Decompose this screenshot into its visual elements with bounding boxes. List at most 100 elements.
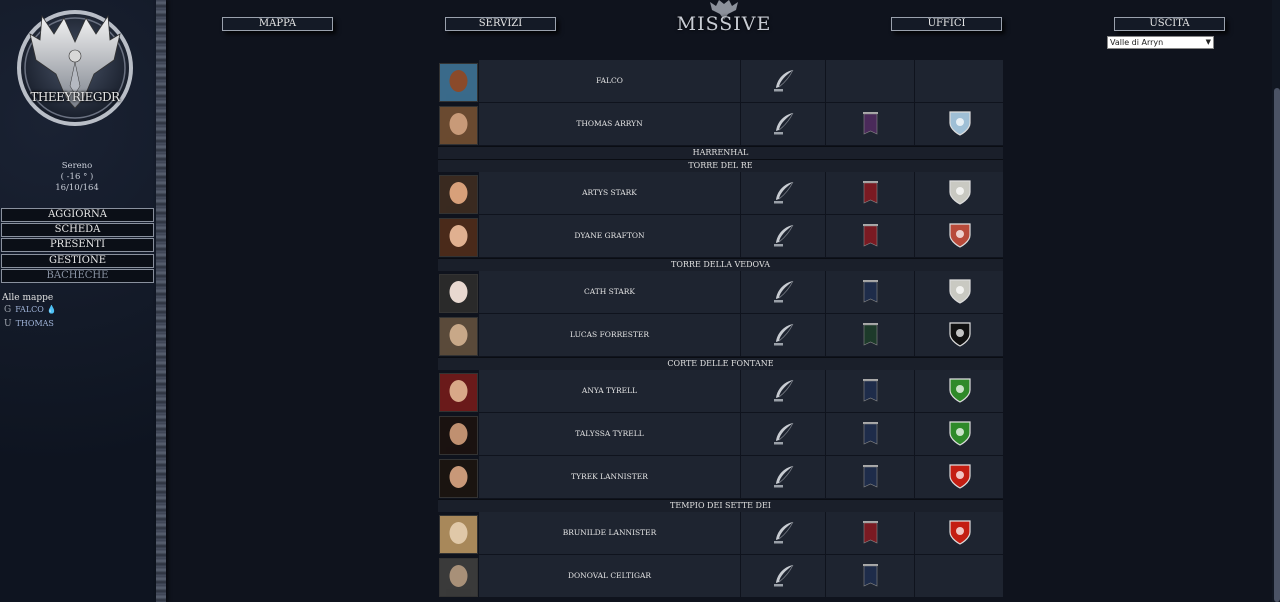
character-name[interactable]: ANYA TYRELL — [479, 370, 740, 412]
house-shield-icon[interactable] — [949, 322, 971, 347]
eagle-logo-icon[interactable] — [14, 4, 136, 132]
gestione-button[interactable]: GESTIONE — [1, 254, 154, 268]
banner-icon[interactable] — [863, 422, 878, 446]
avatar[interactable] — [439, 515, 478, 554]
avatar[interactable] — [439, 175, 478, 214]
banner-icon[interactable] — [863, 280, 878, 304]
mappa-button[interactable]: MAPPA — [222, 17, 333, 31]
temperature-text: ( -16 ° ) — [60, 172, 94, 182]
banner-cell — [826, 172, 914, 214]
shield-cell — [915, 314, 1003, 356]
quill-cell — [741, 456, 825, 498]
map-select[interactable]: Valle di Arryn ▼ — [1107, 36, 1214, 49]
avatar[interactable] — [439, 63, 478, 102]
quill-cell — [741, 215, 825, 257]
quill-icon[interactable] — [771, 111, 797, 137]
banner-icon[interactable] — [863, 181, 878, 205]
quill-icon[interactable] — [771, 421, 797, 447]
table-row: THOMAS ARRYN — [438, 103, 1003, 145]
scheda-button[interactable]: SCHEDA — [1, 223, 154, 237]
avatar[interactable] — [439, 558, 478, 597]
character-name[interactable]: THOMAS ARRYN — [479, 103, 740, 145]
bacheche-button[interactable]: BACHECHE — [1, 269, 154, 283]
banner-cell — [826, 512, 914, 554]
name-cell: CATH STARK — [479, 271, 740, 313]
house-shield-icon[interactable] — [949, 223, 971, 248]
character-name[interactable]: BRUNILDE LANNISTER — [479, 512, 740, 554]
aggiorna-button[interactable]: AGGIORNA — [1, 208, 154, 222]
avatar-cell — [438, 103, 478, 145]
avatar[interactable] — [439, 373, 478, 412]
servizi-button[interactable]: SERVIZI — [445, 17, 556, 31]
character-name[interactable]: TYREK LANNISTER — [479, 456, 740, 498]
character-name[interactable]: ARTYS STARK — [479, 172, 740, 214]
banner-icon[interactable] — [863, 521, 878, 545]
banner-icon[interactable] — [863, 564, 878, 588]
map-user-thomas[interactable]: U THOMAS — [4, 319, 54, 329]
house-shield-icon[interactable] — [949, 378, 971, 403]
shield-cell — [915, 555, 1003, 597]
banner-cell — [826, 370, 914, 412]
house-shield-icon[interactable] — [949, 520, 971, 545]
house-shield-icon[interactable] — [949, 180, 971, 205]
quill-cell — [741, 555, 825, 597]
quill-icon[interactable] — [771, 520, 797, 546]
shield-cell — [915, 512, 1003, 554]
banner-icon[interactable] — [863, 465, 878, 489]
uffici-button[interactable]: UFFICI — [891, 17, 1002, 31]
avatar[interactable] — [439, 317, 478, 356]
house-shield-icon[interactable] — [949, 279, 971, 304]
quill-cell — [741, 512, 825, 554]
name-cell: ANYA TYRELL — [479, 370, 740, 412]
scrollbar-thumb[interactable] — [1274, 88, 1280, 602]
banner-cell — [826, 413, 914, 455]
table-row: LUCAS FORRESTER — [438, 314, 1003, 356]
avatar-cell — [438, 60, 478, 102]
character-name[interactable]: FALCO — [479, 60, 740, 102]
table-row: BRUNILDE LANNISTER — [438, 512, 1003, 554]
quill-icon[interactable] — [771, 563, 797, 589]
quill-cell — [741, 370, 825, 412]
quill-icon[interactable] — [771, 279, 797, 305]
character-name[interactable]: TALYSSA TYRELL — [479, 413, 740, 455]
avatar[interactable] — [439, 416, 478, 455]
character-name[interactable]: DYANE GRAFTON — [479, 215, 740, 257]
banner-icon[interactable] — [863, 112, 878, 136]
banner-icon[interactable] — [863, 379, 878, 403]
avatar[interactable] — [439, 218, 478, 257]
avatar[interactable] — [439, 106, 478, 145]
house-shield-icon[interactable] — [949, 421, 971, 446]
map-user-name[interactable]: THOMAS — [16, 319, 54, 328]
name-cell: FALCO — [479, 60, 740, 102]
banner-icon[interactable] — [863, 224, 878, 248]
avatar[interactable] — [439, 459, 478, 498]
table-row: FALCO — [438, 60, 1003, 102]
location-header: HARRENHAL — [438, 146, 1003, 159]
quill-icon[interactable] — [771, 180, 797, 206]
house-shield-icon[interactable] — [949, 111, 971, 136]
quill-cell — [741, 271, 825, 313]
quill-cell — [741, 172, 825, 214]
quill-icon[interactable] — [771, 322, 797, 348]
quill-icon[interactable] — [771, 68, 797, 94]
quill-icon[interactable] — [771, 378, 797, 404]
quill-icon[interactable] — [771, 464, 797, 490]
shield-cell — [915, 172, 1003, 214]
map-user-name[interactable]: FALCO — [15, 305, 44, 314]
presenti-button[interactable]: PRESENTI — [1, 238, 154, 252]
character-name[interactable]: LUCAS FORRESTER — [479, 314, 740, 356]
character-name[interactable]: CATH STARK — [479, 271, 740, 313]
avatar-cell — [438, 314, 478, 356]
table-row: CATH STARK — [438, 271, 1003, 313]
banner-icon[interactable] — [863, 323, 878, 347]
character-name[interactable]: DONOVAL CELTIGAR — [479, 555, 740, 597]
avatar-cell — [438, 555, 478, 597]
map-user-falco[interactable]: G FALCO 💧 — [4, 305, 57, 315]
house-shield-icon[interactable] — [949, 464, 971, 489]
quill-icon[interactable] — [771, 223, 797, 249]
avatar[interactable] — [439, 274, 478, 313]
user-status-glyph: G — [4, 305, 12, 315]
date-text: 16/10/164 — [55, 183, 99, 193]
weather-text: Sereno — [61, 161, 93, 171]
uscita-button[interactable]: USCITA — [1114, 17, 1225, 31]
